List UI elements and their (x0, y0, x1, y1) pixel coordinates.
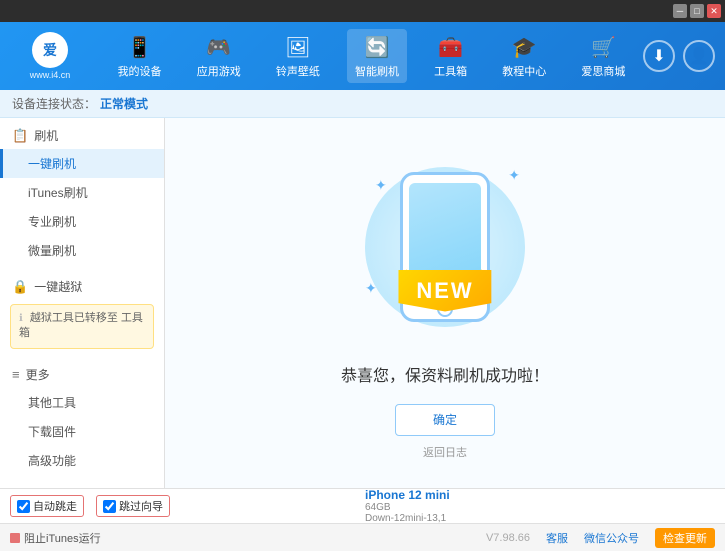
sidebar-section-more: ≡ 更多 其他工具 下载固件 高级功能 (0, 357, 164, 479)
notice-icon: ℹ (19, 313, 23, 324)
nav-item-my-device[interactable]: 📱 我的设备 (110, 29, 170, 83)
footer-left: 阻止iTunes运行 (10, 530, 486, 546)
device-name: iPhone 12 mini (365, 488, 715, 502)
bottom-checkboxes: 自动跳走 跳过向导 (10, 495, 360, 517)
flash-section-label: 刷机 (34, 127, 58, 144)
confirm-button[interactable]: 确定 (395, 404, 495, 436)
sidebar-item-advanced[interactable]: 高级功能 (0, 446, 164, 475)
maximize-button[interactable]: □ (690, 4, 704, 18)
footer: 阻止iTunes运行 V7.98.66 客服 微信公众号 检查更新 (0, 523, 725, 551)
store-label: 爱思商城 (581, 63, 625, 79)
sidebar-item-micro-flash[interactable]: 微量刷机 (0, 236, 164, 265)
success-message: 恭喜您，保资料刷机成功啦！ (341, 362, 549, 386)
customer-service-link[interactable]: 客服 (546, 530, 568, 546)
minimize-button[interactable]: ─ (673, 4, 687, 18)
nav-item-store[interactable]: 🛒 爱思商城 (573, 29, 633, 83)
via-wizard-label: 跳过向导 (119, 498, 163, 514)
stop-icon (10, 533, 20, 543)
jailbreak-section-icon: 🔒 (12, 279, 28, 295)
jailbreak-section-label: 一键越狱 (34, 278, 82, 295)
status-bar: 设备连接状态： 正常模式 (0, 90, 725, 118)
apps-games-icon: 🎮 (205, 33, 233, 61)
via-wizard-checkbox[interactable] (103, 500, 116, 513)
apps-games-label: 应用游戏 (197, 63, 241, 79)
check-update-button[interactable]: 检查更新 (655, 528, 715, 548)
auto-jump-label: 自动跳走 (33, 498, 77, 514)
top-nav: 爱 www.i4.cn 📱 我的设备 🎮 应用游戏 🖼 铃声壁纸 🔄 智能刷机 … (0, 22, 725, 90)
sidebar-item-one-key-flash[interactable]: 一键刷机 (0, 149, 164, 178)
my-device-icon: 📱 (126, 33, 154, 61)
close-button[interactable]: ✕ (707, 4, 721, 18)
status-label: 设备连接状态： (12, 95, 96, 112)
toolbox-label: 工具箱 (434, 63, 467, 79)
footer-right: V7.98.66 客服 微信公众号 检查更新 (486, 528, 715, 548)
logo-icon: 爱 (32, 32, 68, 68)
nav-item-apps-games[interactable]: 🎮 应用游戏 (189, 29, 249, 83)
nav-item-toolbox[interactable]: 🧰 工具箱 (426, 29, 475, 83)
auto-jump-checkbox[interactable] (17, 500, 30, 513)
sidebar-section-flash-header: 📋 刷机 (0, 122, 164, 149)
flash-section-icon: 📋 (12, 128, 28, 144)
sidebar-section-jailbreak: 🔒 一键越狱 ℹ 越狱工具已转移至 工具箱 (0, 269, 164, 357)
nav-items: 📱 我的设备 🎮 应用游戏 🖼 铃声壁纸 🔄 智能刷机 🧰 工具箱 🎓 教程中心… (100, 29, 643, 83)
sparkle-top-left: ✦ (375, 177, 387, 194)
user-icon[interactable]: 👤 (683, 40, 715, 72)
ribbon-shape: ✦✦ NEW (398, 270, 491, 312)
nav-item-wallpaper[interactable]: 🖼 铃声壁纸 (268, 29, 328, 83)
sidebar-item-pro-flash[interactable]: 专业刷机 (0, 207, 164, 236)
wechat-link[interactable]: 微信公众号 (584, 530, 639, 546)
footer-version: V7.98.66 (486, 532, 530, 544)
smart-flash-icon: 🔄 (363, 33, 391, 61)
toolbox-icon: 🧰 (437, 33, 465, 61)
device-firmware: Down-12mini-13,1 (365, 513, 715, 524)
more-section-label: 更多 (26, 366, 50, 383)
device-storage: 64GB (365, 502, 715, 513)
tutorials-label: 教程中心 (502, 63, 546, 79)
content-area: ✦✦ NEW ✦ ✦ ✦ 恭喜您，保资料刷机成功啦！ 确定 返回日志 (165, 118, 725, 488)
itunes-status: 阻止iTunes运行 (24, 530, 101, 546)
store-icon: 🛒 (589, 33, 617, 61)
tutorials-icon: 🎓 (510, 33, 538, 61)
download-icon[interactable]: ⬇ (643, 40, 675, 72)
sparkle-bottom-left: ✦ (365, 280, 377, 297)
nav-item-smart-flash[interactable]: 🔄 智能刷机 (347, 29, 407, 83)
smart-flash-label: 智能刷机 (355, 63, 399, 79)
sidebar: 📋 刷机 一键刷机 iTunes刷机 专业刷机 微量刷机 🔒 一键越狱 ℹ 越狱… (0, 118, 165, 488)
my-device-label: 我的设备 (118, 63, 162, 79)
sidebar-item-download-firmware[interactable]: 下载固件 (0, 417, 164, 446)
new-ribbon: ✦✦ NEW (398, 270, 491, 312)
via-wizard-checkbox-item[interactable]: 跳过向导 (96, 495, 170, 517)
nav-right: ⬇ 👤 (643, 40, 715, 72)
device-info: iPhone 12 mini 64GB Down-12mini-13,1 (360, 488, 715, 524)
more-section-icon: ≡ (12, 367, 20, 382)
sparkle-top-right: ✦ (508, 167, 520, 184)
logo[interactable]: 爱 www.i4.cn (10, 32, 90, 80)
notice-text: 越狱工具已转移至 工具箱 (19, 312, 143, 339)
wallpaper-label: 铃声壁纸 (276, 63, 320, 79)
sidebar-section-jailbreak-header: 🔒 一键越狱 (0, 273, 164, 300)
logo-url: www.i4.cn (30, 70, 71, 80)
jailbreak-notice: ℹ 越狱工具已转移至 工具箱 (10, 304, 154, 349)
wallpaper-icon: 🖼 (284, 33, 312, 61)
sidebar-section-more-header: ≡ 更多 (0, 361, 164, 388)
status-value: 正常模式 (100, 95, 148, 112)
nav-item-tutorials[interactable]: 🎓 教程中心 (494, 29, 554, 83)
sidebar-section-flash: 📋 刷机 一键刷机 iTunes刷机 专业刷机 微量刷机 (0, 118, 164, 269)
bottom-bar: 自动跳走 跳过向导 iPhone 12 mini 64GB Down-12min… (0, 488, 725, 523)
main-layout: 📋 刷机 一键刷机 iTunes刷机 专业刷机 微量刷机 🔒 一键越狱 ℹ 越狱… (0, 118, 725, 488)
sidebar-item-other-tools[interactable]: 其他工具 (0, 388, 164, 417)
new-badge-text: NEW (416, 278, 473, 303)
success-illustration: ✦✦ NEW ✦ ✦ ✦ (345, 147, 545, 347)
title-bar: ─ □ ✕ (0, 0, 725, 22)
sidebar-item-itunes-flash[interactable]: iTunes刷机 (0, 178, 164, 207)
auto-jump-checkbox-item[interactable]: 自动跳走 (10, 495, 84, 517)
back-today-link[interactable]: 返回日志 (423, 444, 467, 460)
